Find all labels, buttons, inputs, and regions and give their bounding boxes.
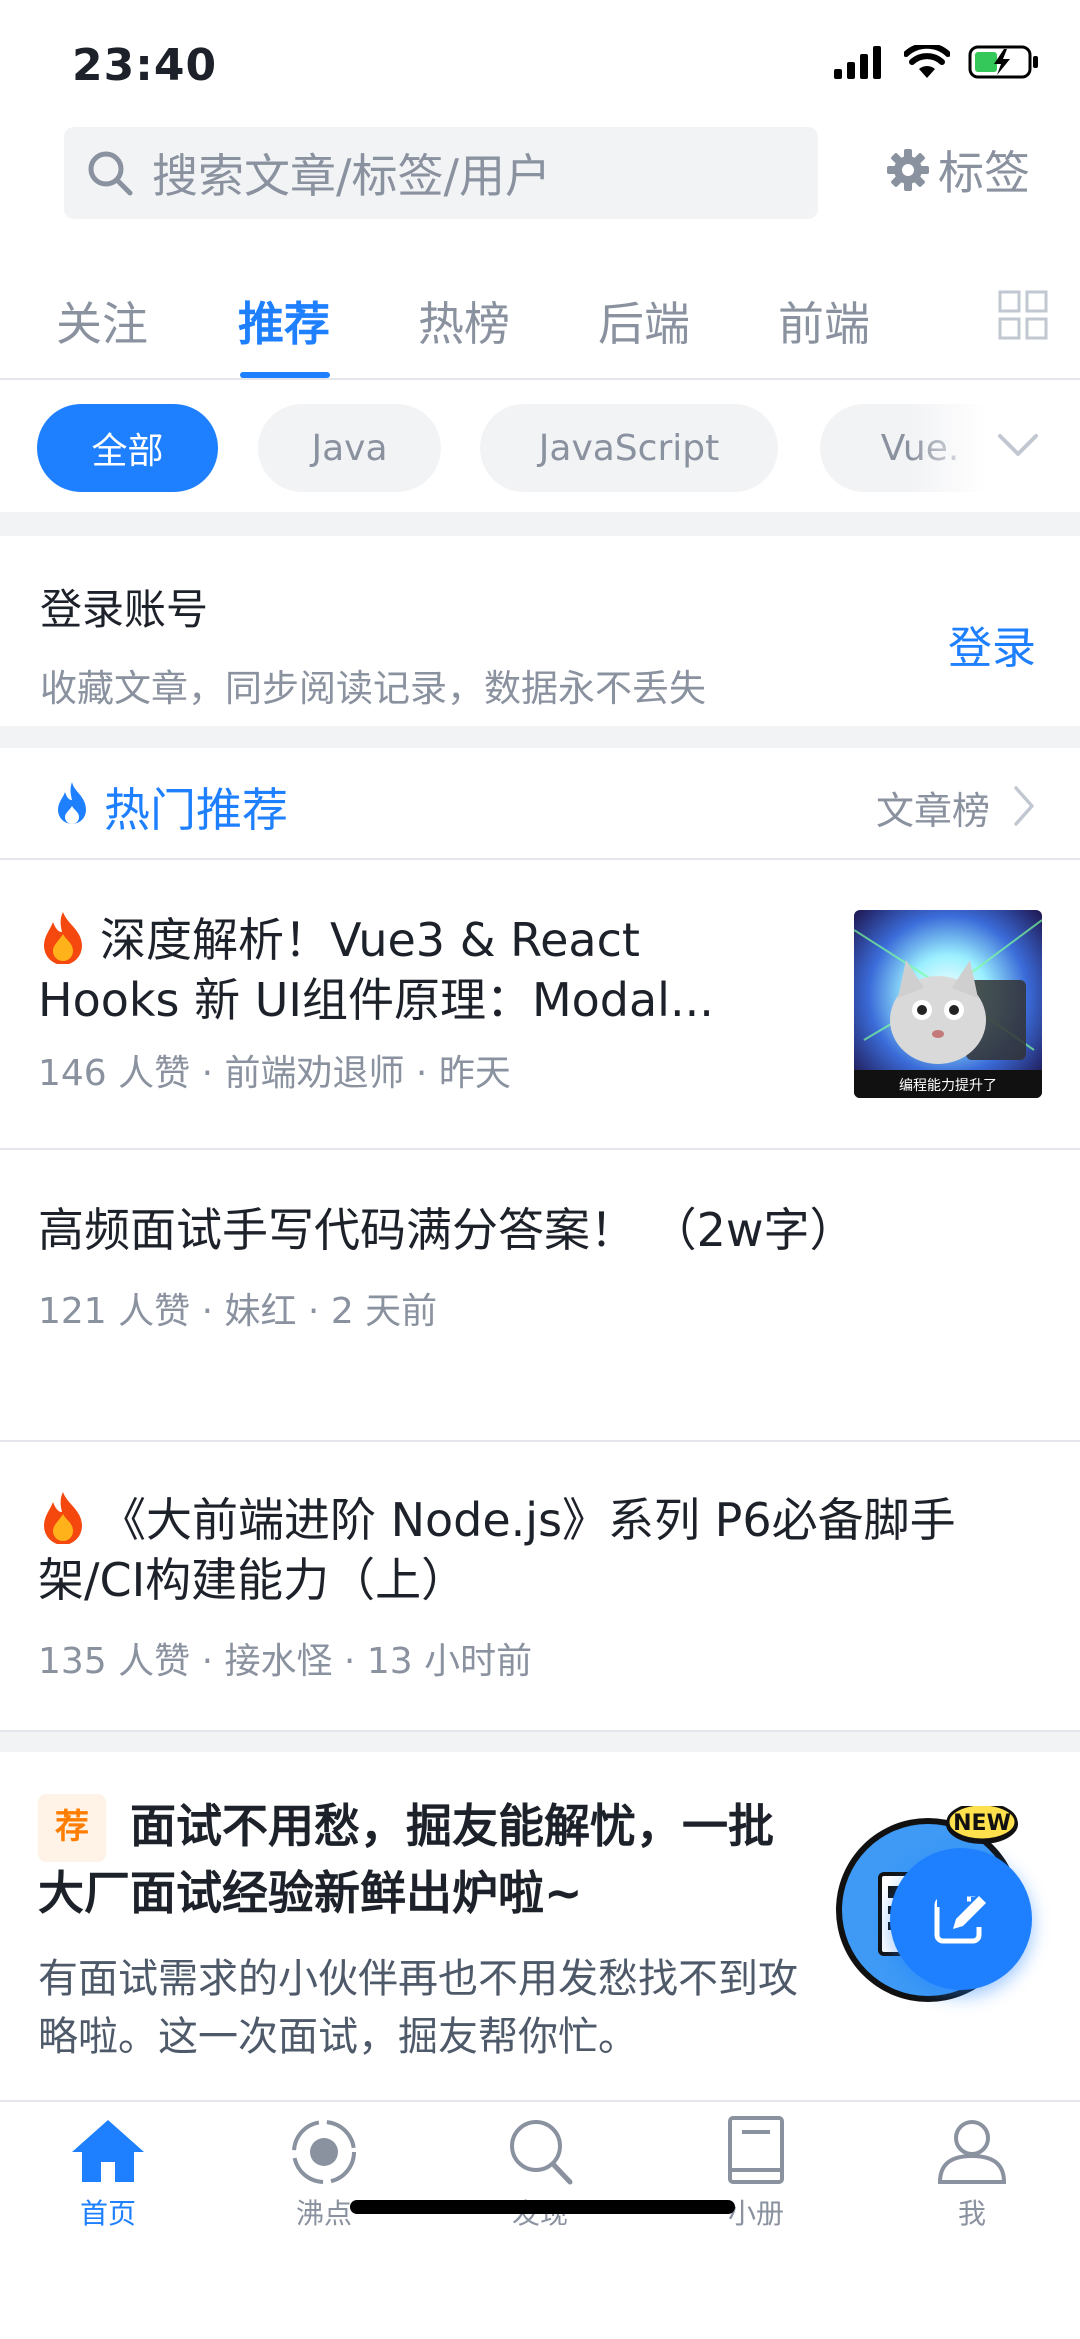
- chip-all[interactable]: 全部: [37, 404, 218, 492]
- status-icons: [834, 44, 1040, 80]
- section-divider: [0, 1732, 1080, 1752]
- tab-recommend[interactable]: 推荐: [238, 288, 330, 354]
- nav-booklets[interactable]: 小册: [648, 2116, 864, 2232]
- article-item[interactable]: 深度解析！Vue3 & React Hooks 新 UI组件原理：Modal..…: [0, 860, 1080, 1150]
- tag-button[interactable]: 标签: [886, 137, 1030, 203]
- channel-tabs: 关注 推荐 热榜 后端 前端: [0, 260, 1080, 380]
- login-card[interactable]: 登录账号 收藏文章，同步阅读记录，数据永不丢失 登录: [0, 536, 1080, 726]
- status-bar: 23:40: [0, 0, 1080, 130]
- article-meta: 146 人赞 · 前端劝退师 · 昨天: [38, 1053, 511, 1094]
- section-divider: [0, 726, 1080, 748]
- article-item[interactable]: 高频面试手写代码满分答案！ （2w字） 121 人赞 · 妹红 · 2 天前: [0, 1150, 1080, 1442]
- article-title: 《大前端进阶 Node.js》系列 P6必备脚手 架/CI构建能力（上）: [38, 1490, 956, 1610]
- article-title-line2: 架/CI构建能力（上）: [38, 1553, 468, 1607]
- tab-follow[interactable]: 关注: [56, 288, 148, 354]
- tab-scroll-fade: [870, 260, 990, 378]
- battery-charging-icon: [968, 45, 1038, 79]
- signal-icon: [834, 46, 881, 79]
- status-time: 23:40: [72, 40, 218, 91]
- chevron-right-icon[interactable]: [1012, 784, 1036, 828]
- search-icon: [88, 151, 133, 196]
- login-title: 登录账号: [40, 585, 209, 634]
- bottom-tab-bar: 首页 沸点 发现 小册 我: [0, 2100, 1080, 2339]
- gear-icon: [887, 149, 929, 191]
- promo-description: 有面试需求的小伙伴再也不用发愁找不到攻略啦。这一次面试，掘友帮你忙。: [38, 1956, 798, 2060]
- article-rank-link[interactable]: 文章榜: [876, 780, 990, 835]
- article-meta: 135 人赞 · 接水怪 · 13 小时前: [38, 1641, 533, 1682]
- promo-title-text: 面试不用愁，掘友能解忧，一批大厂面试经验新鲜出炉啦~: [38, 1799, 774, 1920]
- new-badge: NEW: [953, 1811, 1011, 1836]
- tab-frontend[interactable]: 前端: [778, 288, 870, 354]
- active-tab-indicator: [240, 372, 330, 378]
- nav-home[interactable]: 首页: [0, 2116, 216, 2232]
- login-button[interactable]: 登录: [948, 612, 1036, 676]
- wifi-icon: [904, 45, 950, 78]
- article-item[interactable]: 《大前端进阶 Node.js》系列 P6必备脚手 架/CI构建能力（上） 135…: [0, 1442, 1080, 1732]
- search-icon: [510, 2120, 573, 2185]
- fire-icon: [44, 1492, 82, 1544]
- article-title-line1: 深度解析！Vue3 & React: [100, 913, 640, 967]
- hot-recommend-header: 热门推荐 文章榜: [0, 748, 1080, 860]
- chip-scroll-fade: [910, 382, 1080, 512]
- search-input[interactable]: 搜索文章/标签/用户: [64, 127, 818, 219]
- home-icon: [72, 2120, 144, 2182]
- search-placeholder: 搜索文章/标签/用户: [152, 149, 551, 203]
- tab-backend[interactable]: 后端: [598, 288, 690, 354]
- section-divider: [0, 512, 1080, 536]
- hot-recommend-title: 热门推荐: [104, 783, 288, 837]
- tag-button-label: 标签: [938, 146, 1030, 200]
- nav-pins[interactable]: 沸点: [216, 2116, 432, 2232]
- nav-me-label: 我: [957, 2197, 986, 2230]
- chevron-down-icon[interactable]: [996, 430, 1040, 460]
- edit-icon: [934, 1893, 986, 1944]
- flame-icon: [58, 782, 86, 824]
- book-icon: [728, 2116, 784, 2184]
- nav-home-label: 首页: [79, 2197, 136, 2230]
- nav-discover[interactable]: 发现: [432, 2116, 648, 2232]
- login-subtitle: 收藏文章，同步阅读记录，数据永不丢失: [40, 667, 706, 710]
- article-title-line1: 《大前端进阶 Node.js》系列 P6必备脚手: [100, 1493, 956, 1547]
- channel-grid-icon[interactable]: [998, 290, 1048, 340]
- user-icon: [937, 2120, 1007, 2184]
- category-chips: 全部 Java JavaScript Vue.: [0, 382, 1080, 512]
- chip-java[interactable]: Java: [258, 404, 441, 492]
- article-title: 高频面试手写代码满分答案！ （2w字）: [38, 1200, 856, 1260]
- article-title-line2: Hooks 新 UI组件原理：Modal...: [38, 973, 714, 1027]
- nav-me[interactable]: 我: [864, 2116, 1080, 2232]
- article-title: 深度解析！Vue3 & React Hooks 新 UI组件原理：Modal..…: [38, 910, 714, 1030]
- home-indicator[interactable]: [350, 2200, 735, 2214]
- fire-icon: [44, 912, 82, 964]
- search-row: 搜索文章/标签/用户 标签: [0, 125, 1080, 225]
- write-article-button[interactable]: [890, 1848, 1032, 1990]
- recommend-badge: 荐: [38, 1794, 106, 1862]
- tab-hot[interactable]: 热榜: [418, 288, 510, 354]
- article-meta: 121 人赞 · 妹红 · 2 天前: [38, 1291, 438, 1332]
- promo-title: 荐面试不用愁，掘友能解忧，一批大厂面试经验新鲜出炉啦~: [38, 1794, 798, 1924]
- thumbnail-caption: 编程能力提升了: [899, 1078, 997, 1094]
- article-title-line1: 高频面试手写代码满分答案！ （2w字）: [38, 1203, 856, 1257]
- pin-icon: [292, 2120, 356, 2184]
- article-thumbnail: 编程能力提升了: [854, 910, 1042, 1098]
- chip-javascript[interactable]: JavaScript: [480, 404, 778, 492]
